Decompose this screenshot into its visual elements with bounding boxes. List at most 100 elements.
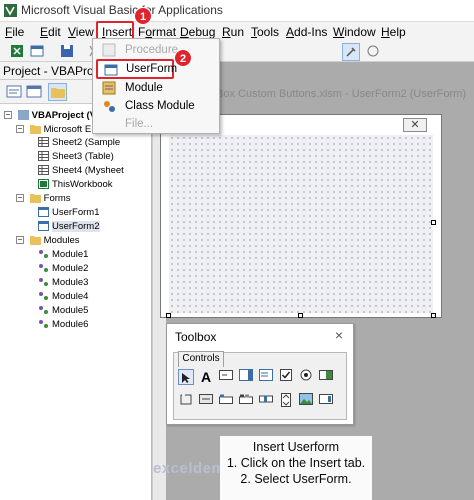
resize-handle[interactable] (431, 220, 436, 225)
frame-tool-icon[interactable] (178, 393, 194, 409)
workbook-icon (38, 179, 49, 190)
tree-module[interactable]: Module1 (38, 249, 88, 261)
folder-icon (29, 125, 41, 135)
tree-userform[interactable]: UserForm1 (38, 207, 100, 219)
standard-toolbar (0, 42, 474, 62)
label-tool-icon[interactable]: A (198, 369, 214, 385)
menu-item-module[interactable]: Module (93, 79, 219, 97)
refedit-tool-icon[interactable] (318, 393, 334, 409)
caption-line: 2. Select UserForm. (240, 472, 352, 486)
menu-help[interactable]: Help (381, 25, 406, 39)
tree-sheet[interactable]: Sheet4 (Mysheet (38, 165, 124, 177)
menu-view[interactable]: View (68, 25, 94, 39)
option-button-tool-icon[interactable] (298, 369, 314, 385)
help-icon[interactable] (366, 44, 380, 58)
listbox-tool-icon[interactable] (258, 369, 274, 385)
menu-item-procedure: Procedure... (93, 41, 219, 59)
tree-workbook[interactable]: ThisWorkbook (38, 179, 113, 191)
instruction-caption: Insert Userform 1. Click on the Insert t… (220, 436, 372, 500)
userform-icon (38, 221, 49, 232)
toolbox-controls-panel: Controls A (173, 351, 347, 420)
caption-line: Insert Userform (252, 440, 340, 454)
caption-line: 1. Click on the Insert tab. (226, 456, 366, 470)
toolbox-toggle-button[interactable] (342, 43, 360, 61)
userform-designer[interactable]: ✕ (160, 114, 442, 318)
insert-dropdown-menu: Procedure... UserForm Module Class Modul… (92, 38, 220, 134)
module-icon (39, 250, 48, 259)
image-tool-icon[interactable] (298, 393, 314, 409)
collapse-icon[interactable]: − (4, 111, 12, 120)
textbox-tool-icon[interactable] (218, 369, 234, 385)
checkbox-tool-icon[interactable] (278, 369, 294, 385)
userform-grid[interactable] (169, 135, 433, 313)
tree-excel-objects[interactable]: − Microsoft E (16, 124, 91, 136)
menu-window[interactable]: Window (333, 25, 376, 39)
class-module-icon (104, 101, 115, 112)
userform-icon (104, 64, 118, 76)
toggle-folders-button[interactable] (48, 83, 67, 101)
step-two-badge: 2 (174, 49, 192, 67)
collapse-icon[interactable]: − (16, 125, 24, 134)
userform-close-button[interactable]: ✕ (403, 118, 427, 132)
tree-sheet[interactable]: Sheet3 (Table) (38, 151, 114, 163)
collapse-icon[interactable]: − (16, 236, 24, 245)
menu-file[interactable]: File (5, 25, 24, 39)
tree-module[interactable]: Module6 (38, 319, 88, 331)
menu-item-class-module[interactable]: Class Module (93, 97, 219, 115)
insert-userform-icon[interactable] (30, 44, 44, 58)
sheet-icon (38, 165, 49, 176)
tree-forms-folder[interactable]: − Forms (16, 193, 71, 205)
sheet-icon (38, 151, 49, 162)
window-title: Microsoft Visual Basic for Applications (21, 3, 223, 17)
menu-tools[interactable]: Tools (251, 25, 279, 39)
module-icon (39, 278, 48, 287)
tree-userform[interactable]: UserForm2 (38, 221, 100, 233)
tree-sheet[interactable]: Sheet2 (Sample (38, 137, 120, 149)
save-icon[interactable] (60, 44, 74, 58)
module-icon (102, 81, 116, 95)
title-bar: Microsoft Visual Basic for Applications (0, 0, 474, 22)
toolbox-window[interactable]: Toolbox × Controls A (166, 323, 354, 425)
tree-root[interactable]: − VBAProject (V (4, 110, 96, 122)
select-objects-icon[interactable] (178, 369, 194, 385)
view-object-icon[interactable] (26, 84, 42, 99)
command-button-tool-icon[interactable] (198, 393, 214, 409)
spinbutton-tool-icon[interactable] (278, 393, 294, 409)
menu-edit[interactable]: Edit (40, 25, 61, 39)
tree-modules-folder[interactable]: − Modules (16, 235, 80, 247)
tree-module[interactable]: Module5 (38, 305, 88, 317)
combobox-tool-icon[interactable] (238, 369, 254, 385)
vba-app-icon (4, 4, 17, 17)
step-one-badge: 1 (134, 7, 152, 25)
tab-controls[interactable]: Controls (178, 351, 224, 367)
menu-item-userform[interactable]: UserForm (96, 59, 177, 79)
menu-add-ins[interactable]: Add-Ins (286, 25, 327, 39)
view-code-icon[interactable] (6, 84, 22, 99)
menu-debug[interactable]: Debug (180, 25, 215, 39)
menu-item-file: File... (125, 118, 154, 130)
collapse-icon[interactable]: − (16, 194, 24, 203)
userform-icon (38, 207, 49, 218)
toolbox-close-icon[interactable]: × (332, 328, 346, 343)
resize-handle[interactable] (298, 313, 303, 318)
module-icon (39, 264, 48, 273)
folder-icon (29, 194, 41, 204)
scrollbar-tool-icon[interactable] (258, 393, 274, 409)
multipage-tool-icon[interactable] (238, 393, 254, 409)
excel-icon[interactable] (10, 44, 24, 58)
tree-module[interactable]: Module2 (38, 263, 88, 275)
menu-run[interactable]: Run (222, 25, 244, 39)
toolbox-title: Toolbox (175, 330, 217, 344)
procedure-icon (102, 43, 116, 57)
tree-module[interactable]: Module3 (38, 277, 88, 289)
toggle-button-tool-icon[interactable] (318, 369, 334, 385)
resize-handle[interactable] (166, 313, 171, 318)
folder-icon (29, 236, 41, 246)
tabstrip-tool-icon[interactable] (218, 393, 234, 409)
project-tree: − VBAProject (V − Microsoft E Sheet2 (Sa… (0, 104, 152, 500)
tree-module[interactable]: Module4 (38, 291, 88, 303)
menu-format[interactable]: Format (138, 25, 176, 39)
module-icon (39, 306, 48, 315)
sheet-icon (38, 137, 49, 148)
resize-handle[interactable] (431, 313, 436, 318)
